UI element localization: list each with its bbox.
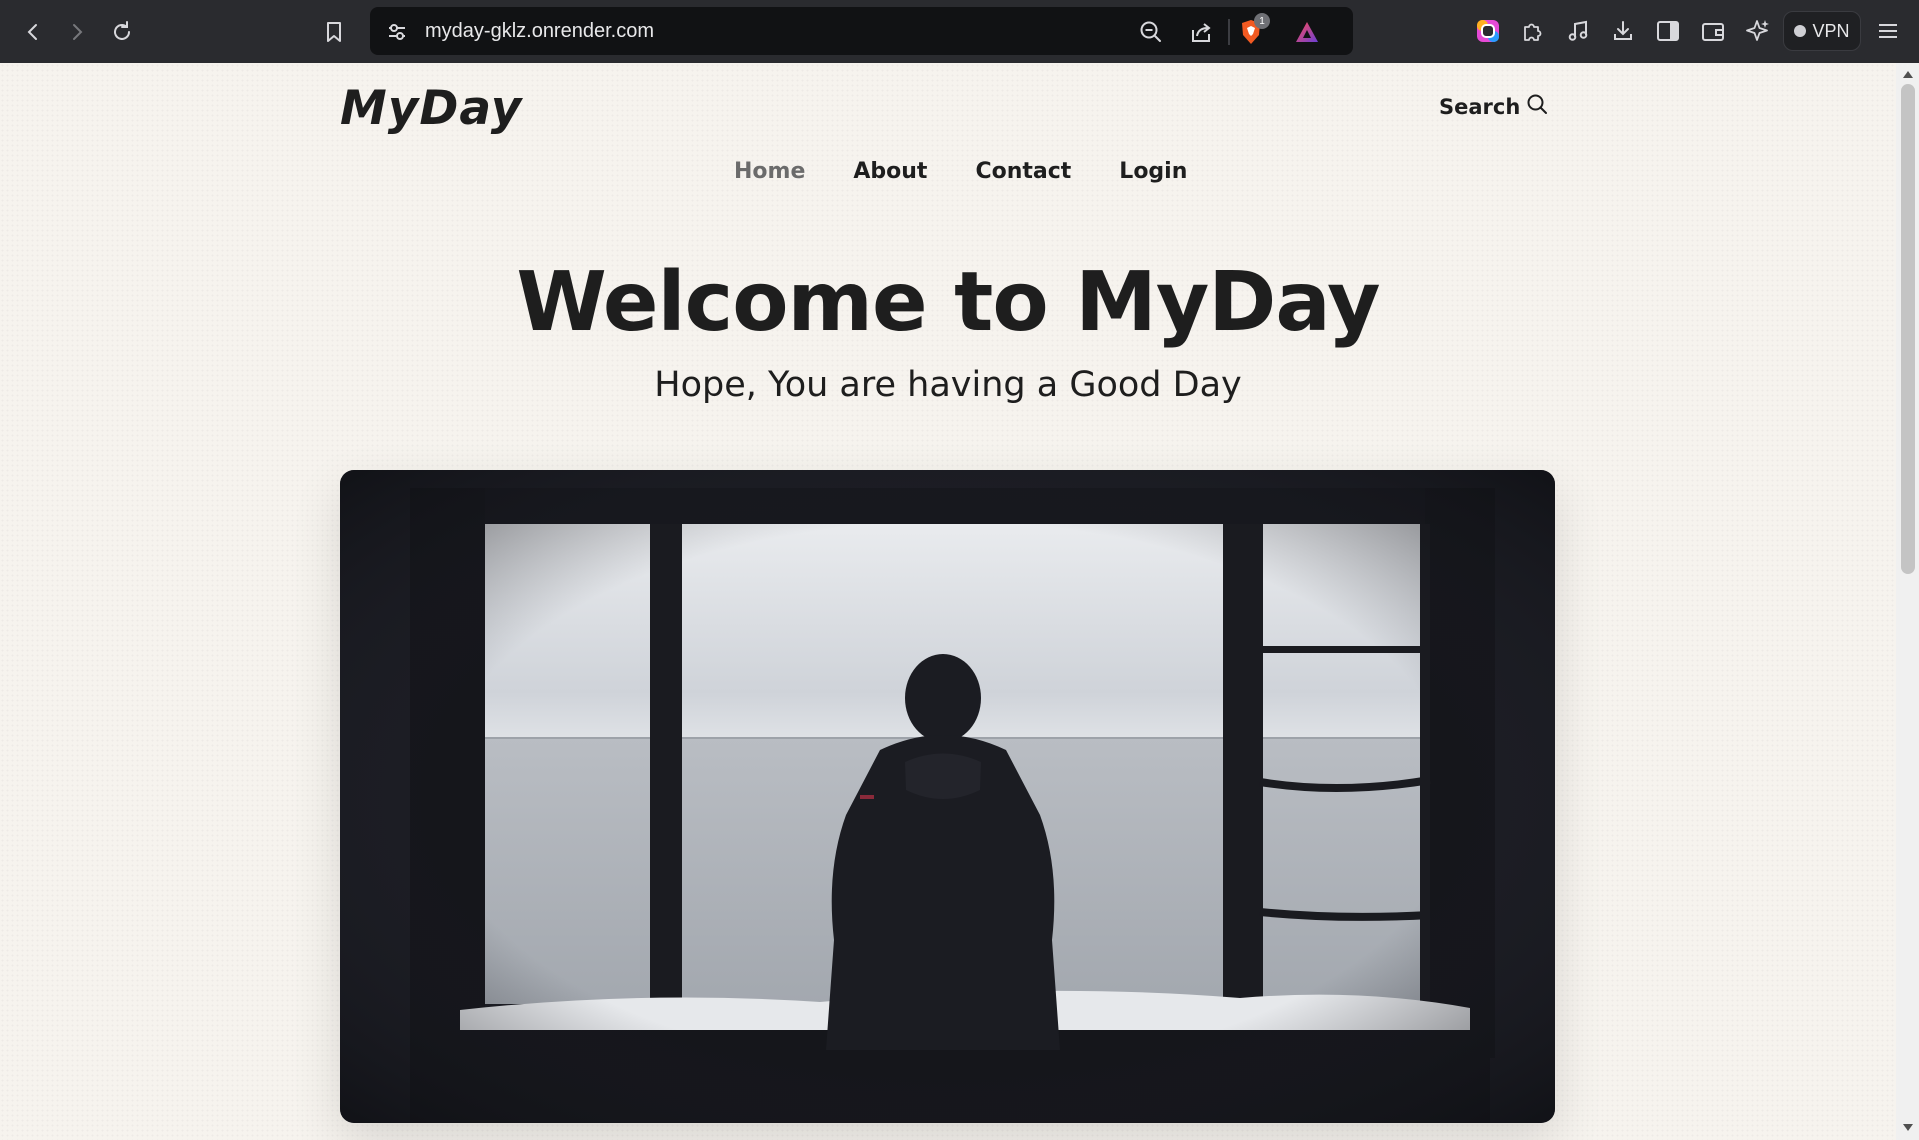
- rewards-icon[interactable]: [1294, 19, 1320, 45]
- nav-contact[interactable]: Contact: [975, 159, 1071, 184]
- search-icon: [1526, 93, 1548, 120]
- bookmark-icon[interactable]: [319, 17, 349, 47]
- scroll-thumb[interactable]: [1901, 84, 1915, 574]
- zoom-out-icon[interactable]: [1138, 19, 1164, 45]
- site-settings-icon[interactable]: [384, 19, 410, 45]
- hero-image: [340, 470, 1555, 1123]
- person-at-window-illustration: [340, 470, 1555, 1123]
- main-nav: Home About Contact Login: [734, 159, 1187, 184]
- nav-about[interactable]: About: [853, 159, 927, 184]
- reload-icon[interactable]: [107, 17, 137, 47]
- search-button[interactable]: Search: [1439, 93, 1548, 120]
- leo-ai-icon[interactable]: [1744, 17, 1772, 45]
- extensions-icon[interactable]: [1518, 17, 1546, 45]
- hero-subtitle: Hope, You are having a Good Day: [654, 365, 1242, 405]
- media-icon[interactable]: [1564, 17, 1592, 45]
- address-divider: [1228, 19, 1230, 45]
- nav-login[interactable]: Login: [1119, 159, 1187, 184]
- sidebar-icon[interactable]: [1654, 17, 1682, 45]
- page-viewport: MyDay Search Home About Contact Login We…: [0, 63, 1896, 1140]
- browser-toolbar: myday-gklz.onrender.com 1 VPN: [0, 0, 1919, 63]
- vpn-button[interactable]: VPN: [1783, 11, 1861, 51]
- menu-icon[interactable]: [1874, 17, 1902, 45]
- shield-count-badge: 1: [1254, 13, 1270, 29]
- search-label: Search: [1439, 94, 1521, 119]
- hero-title: Welcome to MyDay: [516, 255, 1380, 350]
- downloads-icon[interactable]: [1609, 17, 1637, 45]
- vpn-status-icon: [1794, 25, 1807, 37]
- site-logo[interactable]: MyDay: [340, 81, 522, 136]
- forward-icon[interactable]: [62, 17, 92, 47]
- color-extension-icon[interactable]: [1474, 17, 1502, 45]
- nav-home[interactable]: Home: [734, 159, 805, 184]
- share-icon[interactable]: [1188, 19, 1214, 45]
- scroll-down-icon[interactable]: [1902, 1122, 1914, 1134]
- wallet-icon[interactable]: [1699, 17, 1727, 45]
- vpn-label: VPN: [1812, 20, 1850, 41]
- url-text[interactable]: myday-gklz.onrender.com: [425, 20, 654, 43]
- scroll-up-icon[interactable]: [1902, 68, 1914, 80]
- back-icon[interactable]: [18, 17, 48, 47]
- address-bar[interactable]: myday-gklz.onrender.com 1: [370, 7, 1353, 55]
